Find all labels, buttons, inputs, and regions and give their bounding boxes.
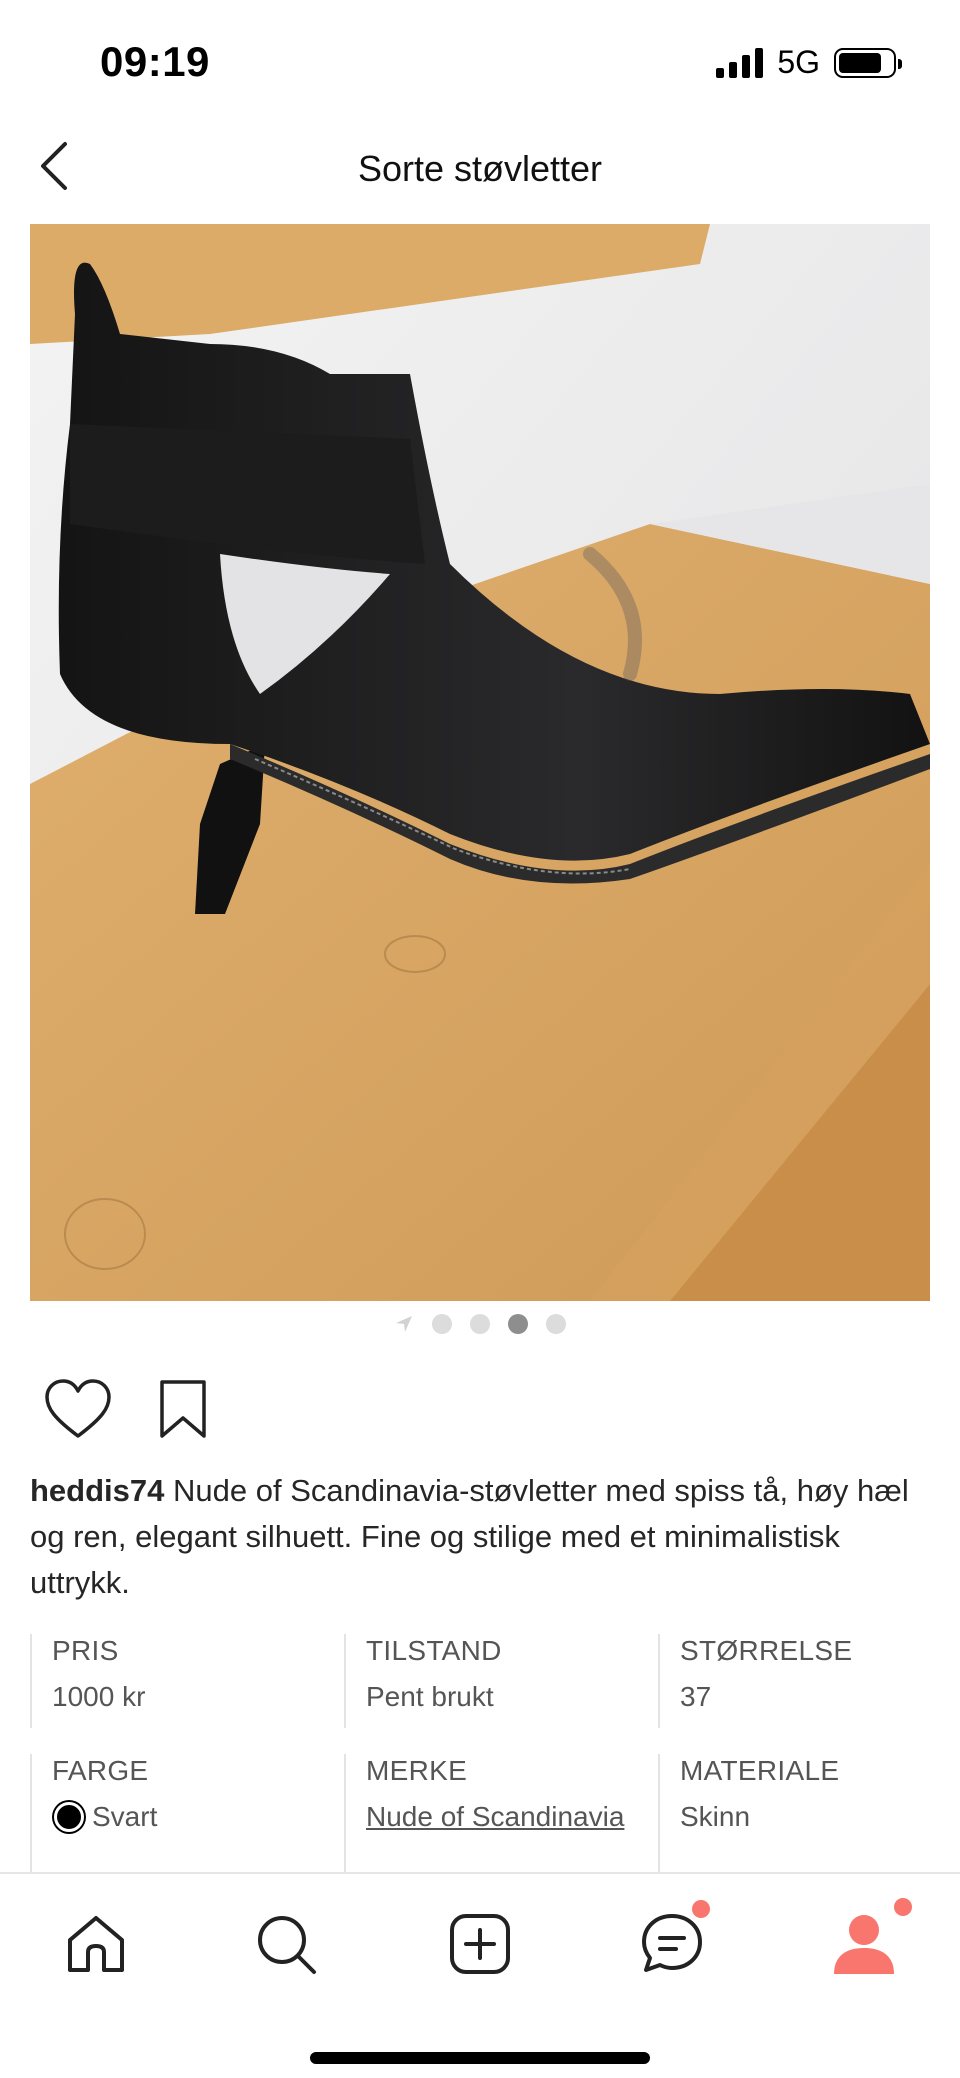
nav-add[interactable] [440,1904,520,1984]
attr-label: TILSTAND [366,1635,502,1666]
nav-messages[interactable] [632,1900,712,1984]
status-time: 09:19 [100,38,210,85]
like-button[interactable] [44,1378,112,1440]
attr-label: PRIS [52,1635,119,1666]
messages-badge [692,1900,710,1918]
bookmark-icon [160,1380,206,1438]
attr-color: FARGE Svart [30,1754,344,1880]
attr-label: FARGE [52,1755,149,1786]
boot-photo-illustration [30,224,930,1301]
attr-value: Svart [52,1796,344,1838]
attr-value: Nude of Scandinavia [366,1796,658,1838]
location-arrow-icon [396,1316,412,1332]
seller-username[interactable]: heddis74 [30,1473,164,1508]
attr-label: MATERIALE [680,1755,840,1786]
carousel-dot[interactable] [432,1314,452,1334]
battery-icon [834,47,902,78]
action-bar [44,1378,210,1440]
attr-value: Skinn [680,1801,751,1832]
attr-value: Pent brukt [366,1681,494,1712]
attributes-grid: PRIS 1000 kr TILSTAND Pent brukt STØRREL… [30,1634,930,1906]
attr-value: 1000 kr [52,1681,146,1712]
messages-icon [642,1914,702,1972]
nav-home[interactable] [56,1904,136,1984]
color-value: Svart [92,1801,158,1832]
profile-icon [834,1915,894,1974]
product-photo[interactable] [30,224,930,1301]
carousel-dot[interactable] [508,1314,528,1334]
attr-price: PRIS 1000 kr [30,1634,344,1728]
bottom-nav [0,1872,960,2078]
carousel-indicator[interactable] [0,1312,960,1336]
attr-brand: MERKE Nude of Scandinavia [344,1754,658,1880]
attr-value: 37 [680,1681,712,1712]
home-indicator [310,2052,650,2064]
add-icon [450,1914,510,1974]
carousel-dot[interactable] [470,1314,490,1334]
search-icon [258,1916,316,1974]
nav-search[interactable] [246,1904,326,1984]
status-indicators: 5G [716,44,902,81]
brand-link[interactable]: Nude of Scandinavia [366,1801,624,1832]
profile-badge [894,1898,912,1916]
attr-label: MERKE [366,1755,468,1786]
color-swatch-icon [54,1802,84,1832]
heart-icon [45,1379,111,1438]
header: Sorte støvletter [0,130,960,210]
attr-size: STØRRELSE 37 [658,1634,930,1728]
signal-icon [716,47,764,78]
status-bar: 09:19 5G [0,0,960,120]
save-button[interactable] [156,1378,210,1440]
nav-profile[interactable] [824,1898,912,1984]
attr-condition: TILSTAND Pent brukt [344,1634,658,1728]
attr-material: MATERIALE Skinn [658,1754,930,1880]
attr-label: STØRRELSE [680,1635,853,1666]
carousel-dot[interactable] [546,1314,566,1334]
page-title: Sorte støvletter [357,148,603,189]
listing-description: heddis74 Nude of Scandinavia-støvletter … [30,1468,930,1606]
home-icon [68,1916,124,1972]
network-label: 5G [777,44,820,80]
